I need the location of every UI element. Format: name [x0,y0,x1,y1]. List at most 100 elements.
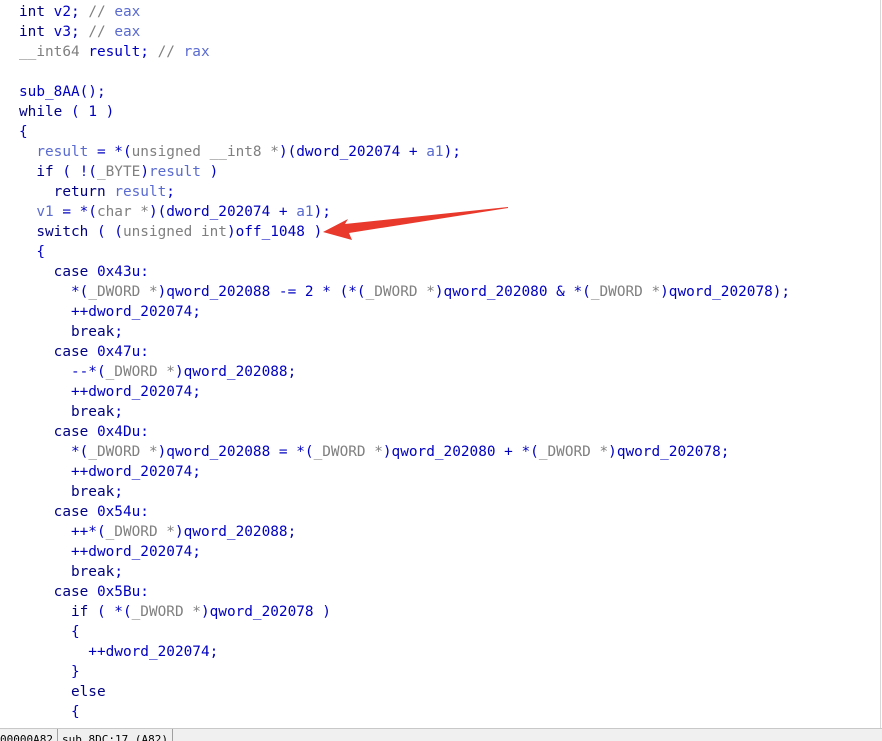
code-token: ( *( [88,604,132,620]
code-line[interactable]: return result; [19,182,175,202]
code-line[interactable]: { [19,622,80,642]
code-token: *( [19,284,89,300]
code-token: ++dword_202074; [19,644,219,660]
code-token: )(dword_202074 + [148,204,297,220]
code-token: case [19,344,89,360]
code-token: )(dword_202074 + [278,144,427,160]
code-token: ++dword_202074; [19,464,201,480]
code-token: *( [19,444,89,460]
code-token: if [19,604,89,620]
code-token: { [19,624,80,640]
code-token: 0x47u: [88,344,149,360]
code-line[interactable]: case 0x5Bu: [19,582,149,602]
code-token: ( !( [53,164,97,180]
code-token: { [19,124,28,140]
code-line[interactable]: while ( 1 ) [19,102,114,122]
code-token: )qword_202088 = *( [157,444,314,460]
code-line[interactable]: case 0x43u: [19,262,149,282]
pseudocode-view[interactable]: int v2; // eax int v3; // eax __int64 resu… [0,0,881,728]
code-token: while [19,104,63,120]
code-line[interactable]: *(_DWORD *)qword_202088 -= 2 * (*(_DWORD… [19,282,790,302]
code-token: a1 [296,204,314,220]
code-line[interactable]: ++dword_202074; [19,302,201,322]
code-token: _DWORD * [131,604,201,620]
code-line[interactable]: if ( *(_DWORD *)qword_202078 ) [19,602,331,622]
code-token: eax [114,24,141,40]
code-token: )qword_202078 ) [200,604,331,620]
code-token: case [19,424,89,440]
code-line[interactable]: { [19,702,80,722]
code-line[interactable]: ++dword_202074; [19,382,201,402]
code-line[interactable]: ++*(_DWORD *)qword_202088; [19,522,296,542]
status-separator [171,729,173,741]
code-token: _DWORD * [365,284,435,300]
code-token: ++dword_202074; [19,544,201,560]
code-token: ++dword_202074; [19,384,201,400]
code-line[interactable]: switch ( (unsigned int)off_1048 ) [19,222,322,242]
code-line[interactable]: ++dword_202074; [19,462,201,482]
code-token: break [19,324,115,340]
code-line[interactable]: { [19,122,28,142]
code-line[interactable]: break; [19,562,123,582]
code-token: // [88,24,115,40]
code-token: char * [96,204,149,220]
code-token: { [19,704,80,720]
code-token: unsigned int [122,224,227,240]
code-token: 0x54u: [88,504,149,520]
code-token: __int64 [19,44,80,60]
status-bar: 00000A82 sub_8DC:17 (A82) [0,728,882,741]
code-token: sub_8AA(); [19,84,106,100]
code-token: break [19,564,115,580]
code-token: = *( [88,144,132,160]
code-line[interactable]: v1 = *(char *)(dword_202074 + a1); [19,202,331,222]
code-line[interactable]: int v2; // eax [19,2,140,22]
code-line[interactable]: int v3; // eax [19,22,140,42]
code-line[interactable]: break; [19,482,123,502]
code-token: ); [443,144,461,160]
code-token: return [19,184,115,200]
code-token: _DWORD * [538,444,609,460]
code-line[interactable]: case 0x4Du: [19,422,149,442]
code-line[interactable]: --*(_DWORD *)qword_202088; [19,362,296,382]
code-line[interactable]: case 0x54u: [19,502,149,522]
code-token: )qword_202080 + *( [382,444,539,460]
code-token: ++*( [19,524,106,540]
code-line[interactable]: sub_8AA(); [19,82,106,102]
code-line[interactable]: else [19,682,106,702]
code-token: _BYTE [96,164,141,180]
code-line[interactable]: { [19,242,45,262]
code-line[interactable]: break; [19,402,123,422]
code-token: ) [140,164,149,180]
code-token: _DWORD * [105,524,175,540]
code-line[interactable]: result = *(unsigned __int8 *)(dword_2020… [19,142,461,162]
code-line[interactable]: *(_DWORD *)qword_202088 = *(_DWORD *)qwo… [19,442,729,462]
code-token: v2; [45,4,89,20]
code-line[interactable]: ++dword_202074; [19,642,218,662]
code-line[interactable]: case 0x47u: [19,342,149,362]
code-token: result [114,184,167,200]
code-token: // [88,4,115,20]
code-token: ; [166,184,175,200]
code-line[interactable]: ++dword_202074; [19,542,201,562]
code-token: a1 [426,144,444,160]
code-token: )off_1048 ) [226,224,323,240]
status-separator [56,729,58,741]
code-token: v1 [19,204,54,220]
code-token: else [19,684,106,700]
code-token: --*( [19,364,106,380]
code-token: break [19,404,115,420]
code-token: int [19,4,45,20]
code-token: _DWORD * [590,284,661,300]
code-token: case [19,504,89,520]
code-line[interactable]: if ( !(_BYTE)result ) [19,162,218,182]
code-line[interactable]: } [19,662,80,682]
code-line[interactable]: break; [19,322,123,342]
code-token: eax [114,4,141,20]
code-token: ( ( [88,224,123,240]
code-token: switch [19,224,89,240]
code-token: unsigned __int8 * [131,144,279,160]
code-token: _DWORD * [88,284,158,300]
code-line[interactable]: __int64 result; // rax [19,42,210,62]
code-token: ; [114,484,123,500]
code-token: rax [183,44,210,60]
